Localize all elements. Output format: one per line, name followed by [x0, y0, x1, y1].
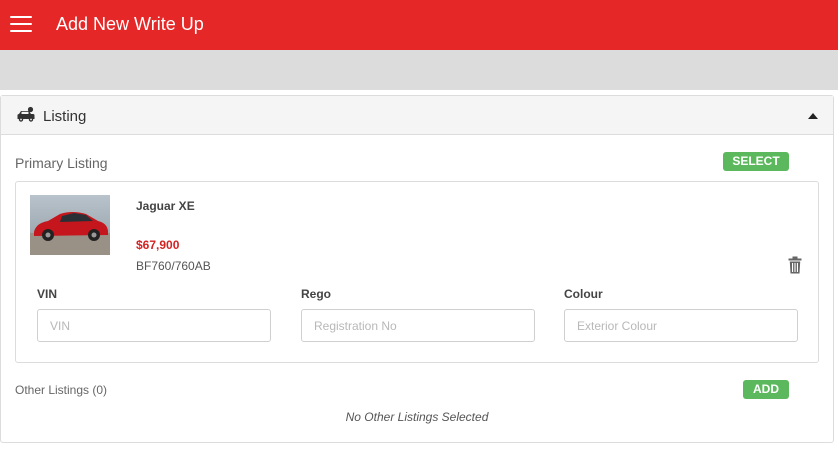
listing-panel-title: Listing — [43, 108, 87, 125]
listing-stock-code: BF760/760AB — [136, 259, 211, 273]
caret-up-icon[interactable] — [808, 113, 818, 119]
listing-panel-header[interactable]: Listing — [1, 96, 833, 135]
hamburger-menu-icon[interactable] — [10, 15, 32, 33]
vin-input[interactable] — [37, 309, 271, 342]
car-thumbnail — [30, 195, 110, 255]
page-title: Add New Write Up — [56, 14, 204, 34]
rego-input[interactable] — [301, 309, 535, 342]
add-listing-button[interactable]: ADD — [743, 380, 789, 399]
listing-price: $67,900 — [136, 238, 180, 252]
primary-listing-label: Primary Listing — [15, 155, 108, 171]
listing-panel: Listing Primary Listing SELECT Jaguar XE… — [0, 95, 834, 443]
car-icon — [17, 106, 35, 122]
primary-listing-card: Jaguar XE $67,900 BF760/760AB VIN Rego C… — [15, 181, 819, 363]
select-button[interactable]: SELECT — [723, 152, 789, 171]
empty-listings-note: No Other Listings Selected — [345, 410, 489, 424]
other-listings-label: Other Listings (0) — [15, 383, 108, 397]
trash-icon[interactable] — [788, 256, 802, 274]
colour-label: Colour — [564, 287, 603, 301]
colour-input[interactable] — [564, 309, 798, 342]
vin-label: VIN — [37, 287, 58, 301]
listing-name: Jaguar XE — [136, 199, 195, 213]
rego-label: Rego — [301, 287, 331, 301]
toolbar-strip — [0, 50, 838, 90]
app-header: Add New Write Up — [0, 0, 838, 50]
